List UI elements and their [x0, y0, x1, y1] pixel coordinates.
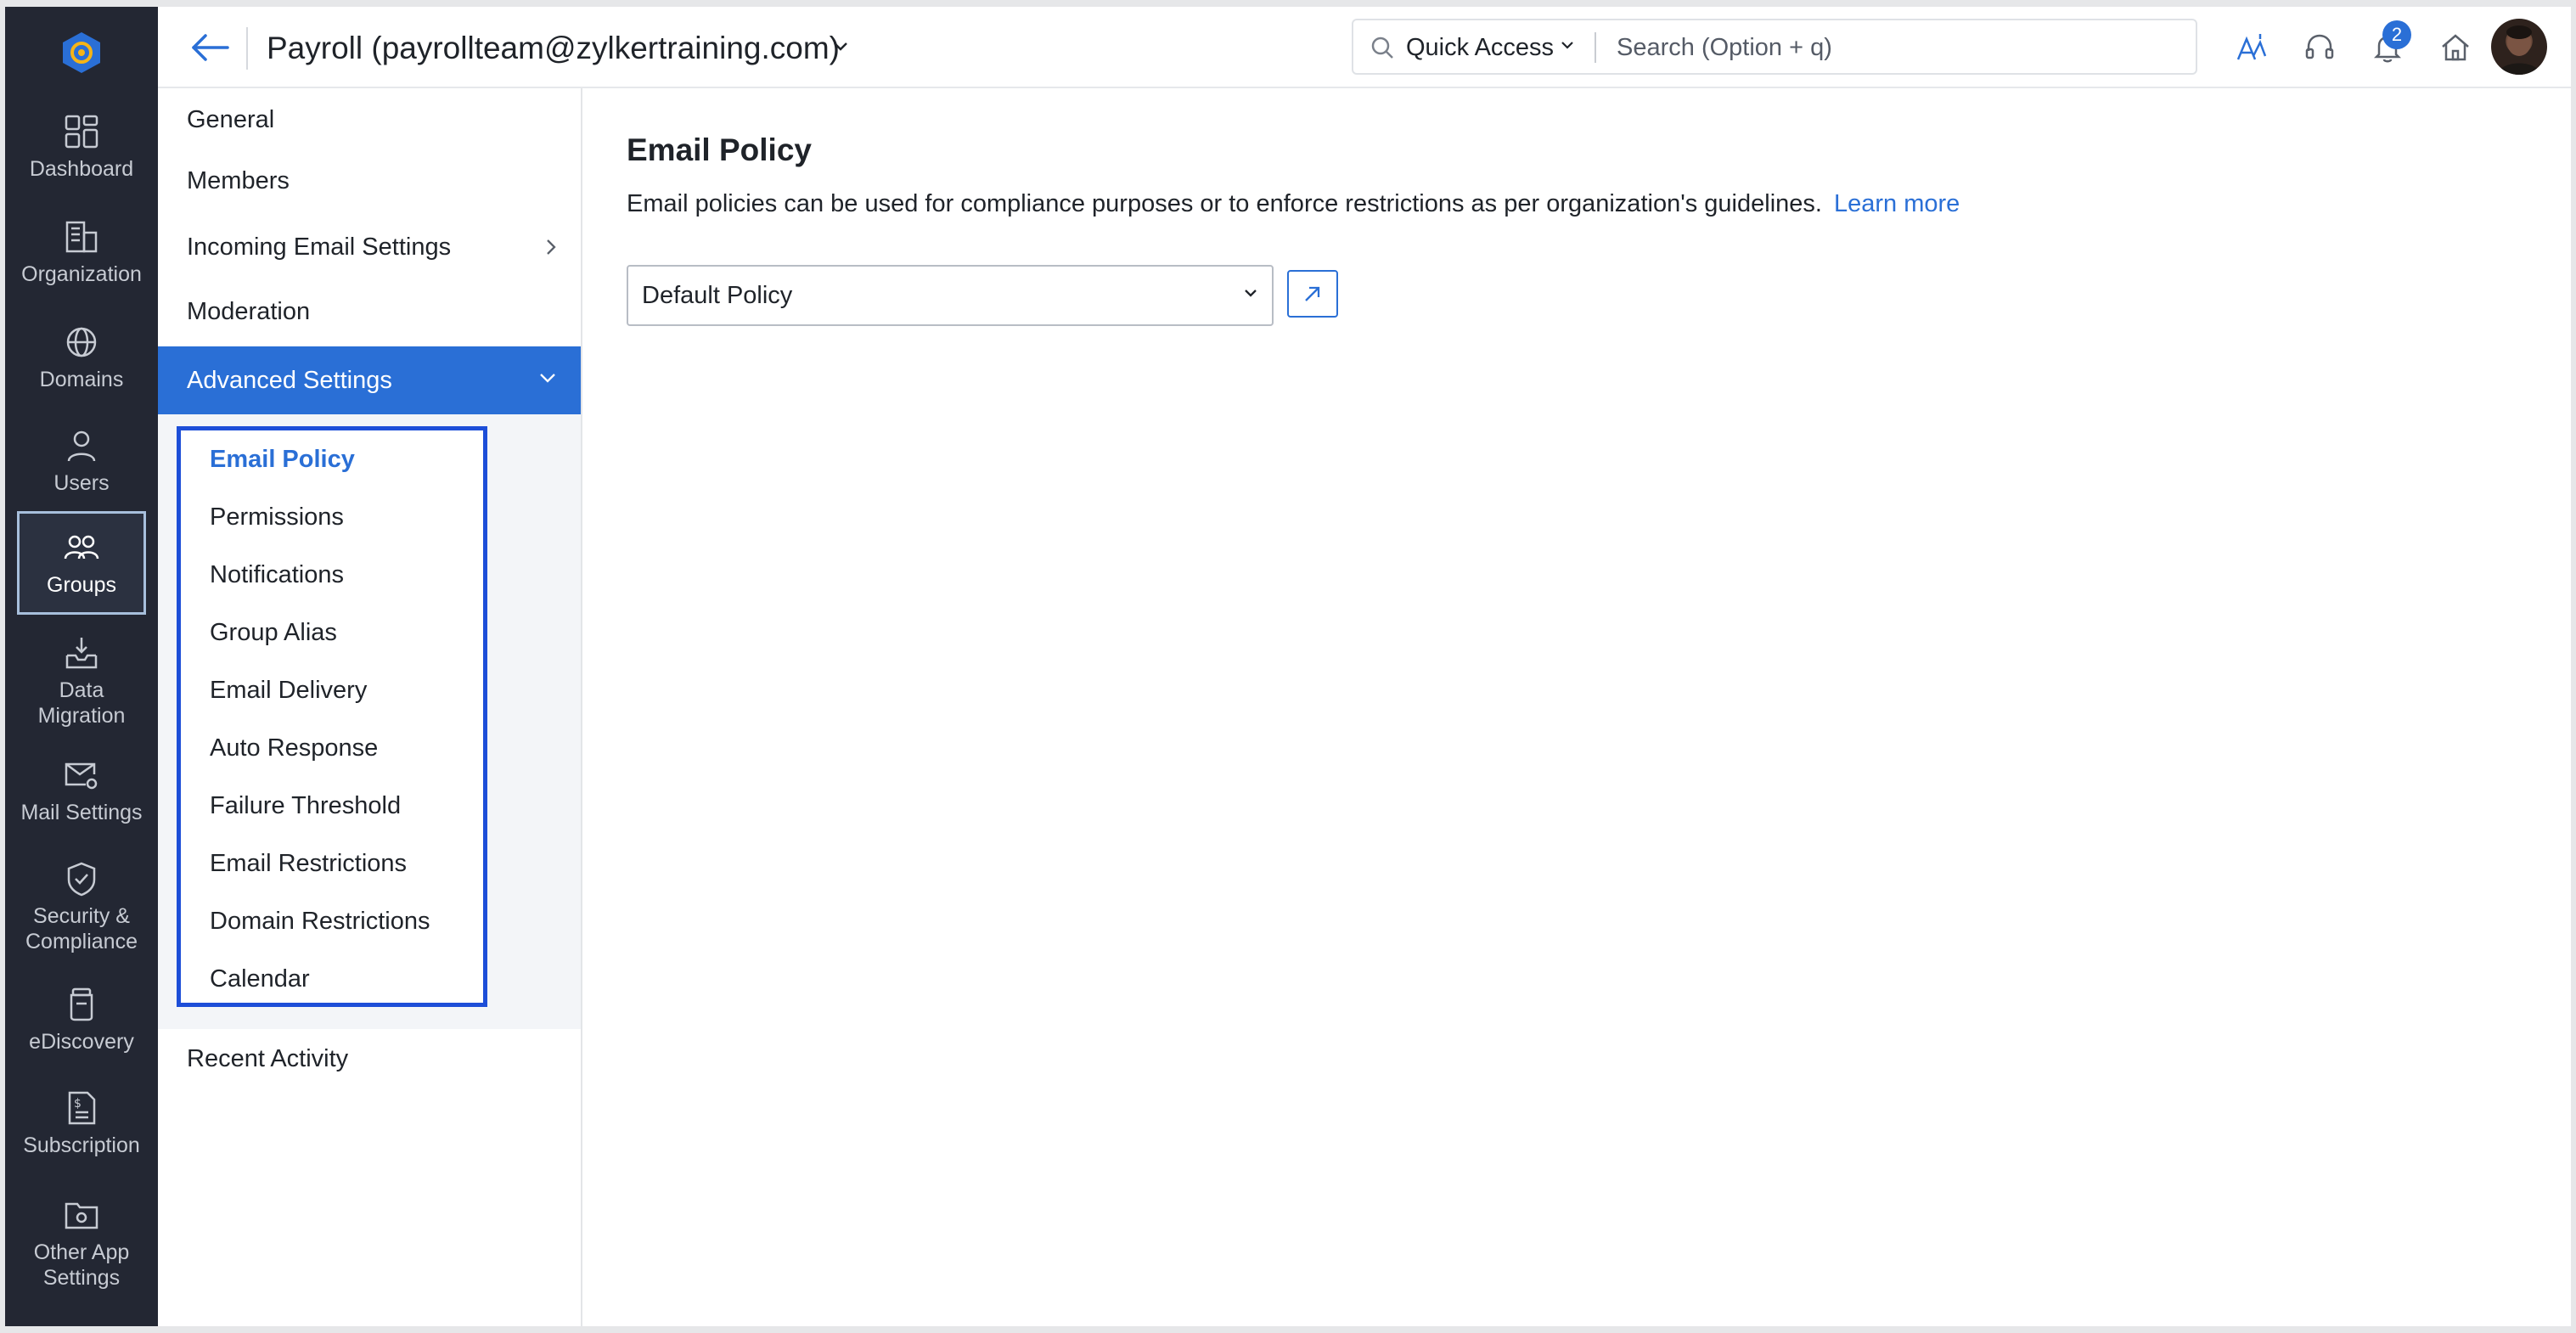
- search-divider: [1595, 32, 1596, 63]
- chevron-down-icon: [1245, 290, 1257, 297]
- rail-item-label: Users: [53, 471, 110, 495]
- nav-item-label: Incoming Email Settings: [187, 233, 452, 261]
- group-title-dropdown[interactable]: Payroll (payrollteam@zylkertraining.com): [267, 31, 840, 66]
- learn-more-link[interactable]: Learn more: [1834, 190, 1960, 217]
- nav-item-moderation[interactable]: Moderation: [158, 282, 581, 341]
- nav-item-recent-activity[interactable]: Recent Activity: [158, 1029, 581, 1088]
- notification-count-badge: 2: [2382, 20, 2411, 49]
- policy-select[interactable]: Default Policy: [627, 265, 1274, 326]
- archive-jar-icon: [70, 987, 93, 1021]
- subnav-item-permissions[interactable]: Permissions: [210, 492, 344, 543]
- advanced-settings-highlight-box: Email Policy Permissions Notifications G…: [177, 426, 487, 1007]
- chevron-down-icon[interactable]: [1561, 41, 1574, 51]
- subnav-item-auto-response[interactable]: Auto Response: [210, 723, 378, 773]
- rail-item-groups[interactable]: Groups: [17, 511, 146, 615]
- rail-item-dashboard[interactable]: Dashboard: [5, 95, 158, 199]
- nav-item-members[interactable]: Members: [158, 151, 581, 211]
- inbox-download-icon: [65, 638, 98, 669]
- shield-check-icon: [67, 862, 96, 897]
- subnav-item-email-policy[interactable]: Email Policy: [210, 434, 355, 485]
- nav-item-incoming-email-settings[interactable]: Incoming Email Settings: [158, 217, 581, 277]
- folder-gear-icon: [65, 1202, 98, 1229]
- rail-item-label: Dashboard: [29, 157, 134, 181]
- rail-item-other-app-settings[interactable]: Other App Settings: [5, 1185, 158, 1301]
- dashboard-icon: [65, 115, 98, 149]
- back-arrow-icon[interactable]: [188, 27, 233, 68]
- page-title: Email Policy: [627, 132, 812, 167]
- rail-item-label: Subscription: [23, 1133, 140, 1157]
- chevron-right-icon: [547, 239, 556, 255]
- app-window: Dashboard Organization Domains Users Gro…: [5, 7, 2571, 1326]
- building-icon: [65, 221, 98, 253]
- search-bar: Quick Access: [1352, 19, 2197, 75]
- chevron-down-icon[interactable]: [832, 41, 849, 53]
- subnav-item-email-delivery[interactable]: Email Delivery: [210, 665, 367, 716]
- nav-item-general[interactable]: General: [158, 90, 581, 149]
- policy-select-value: Default Policy: [642, 281, 793, 309]
- search-input[interactable]: [1617, 29, 2177, 66]
- search-icon: [1371, 37, 1393, 59]
- quick-access-dropdown[interactable]: Quick Access: [1406, 34, 1554, 62]
- rail-item-subscription[interactable]: $ Subscription: [5, 1071, 158, 1175]
- external-link-icon: [1305, 286, 1320, 301]
- rail-item-organization[interactable]: Organization: [5, 200, 158, 304]
- nav-item-label: Advanced Settings: [187, 366, 392, 394]
- groups-icon: [64, 535, 99, 560]
- left-rail: Dashboard Organization Domains Users Gro…: [5, 7, 158, 1326]
- subnav-item-calendar[interactable]: Calendar: [210, 953, 310, 1004]
- subnav-item-notifications[interactable]: Notifications: [210, 549, 344, 600]
- open-policy-button[interactable]: [1287, 270, 1338, 318]
- header-divider: [246, 27, 248, 70]
- mail-gear-icon: [65, 762, 98, 790]
- subnav-item-group-alias[interactable]: Group Alias: [210, 607, 337, 658]
- rail-item-label: Other App Settings: [33, 1240, 130, 1290]
- svg-text:$: $: [74, 1097, 82, 1111]
- chevron-down-icon: [540, 374, 555, 383]
- page-description: Email policies can be used for complianc…: [627, 190, 1960, 218]
- rail-item-domains[interactable]: Domains: [5, 306, 158, 409]
- rail-item-label: Mail Settings: [20, 801, 143, 824]
- headset-support-icon[interactable]: [2301, 29, 2338, 66]
- rail-item-security-compliance[interactable]: Security & Compliance: [5, 849, 158, 965]
- subnav-item-domain-restrictions[interactable]: Domain Restrictions: [210, 896, 430, 947]
- rail-item-label: Security & Compliance: [25, 904, 138, 953]
- globe-icon: [66, 327, 97, 357]
- subnav-item-email-restrictions[interactable]: Email Restrictions: [210, 838, 407, 889]
- subnav-item-failure-threshold[interactable]: Failure Threshold: [210, 780, 401, 831]
- rail-item-label: eDiscovery: [29, 1030, 134, 1054]
- main-content: Email Policy Email policies can be used …: [584, 88, 2571, 1326]
- avatar[interactable]: [2491, 19, 2547, 75]
- group-settings-nav: General Members Incoming Email Settings …: [158, 88, 582, 1326]
- user-icon: [67, 430, 96, 462]
- rail-item-users[interactable]: Users: [5, 409, 158, 513]
- home-icon[interactable]: [2437, 29, 2474, 66]
- rail-item-data-migration[interactable]: Data Migration: [5, 623, 158, 739]
- translate-icon[interactable]: [2233, 29, 2270, 66]
- rail-item-label: Domains: [39, 368, 124, 391]
- rail-item-label: Groups: [47, 573, 116, 597]
- rail-item-label: Data Migration: [37, 678, 126, 728]
- rail-item-mail-settings[interactable]: Mail Settings: [5, 739, 158, 842]
- nav-item-advanced-settings[interactable]: Advanced Settings: [158, 346, 581, 414]
- app-logo-icon[interactable]: [54, 25, 109, 80]
- description-text: Email policies can be used for complianc…: [627, 190, 1822, 217]
- invoice-icon: $: [68, 1091, 96, 1125]
- top-header: Payroll (payrollteam@zylkertraining.com)…: [158, 7, 2571, 88]
- rail-item-label: Organization: [21, 262, 142, 286]
- rail-item-ediscovery[interactable]: eDiscovery: [5, 968, 158, 1071]
